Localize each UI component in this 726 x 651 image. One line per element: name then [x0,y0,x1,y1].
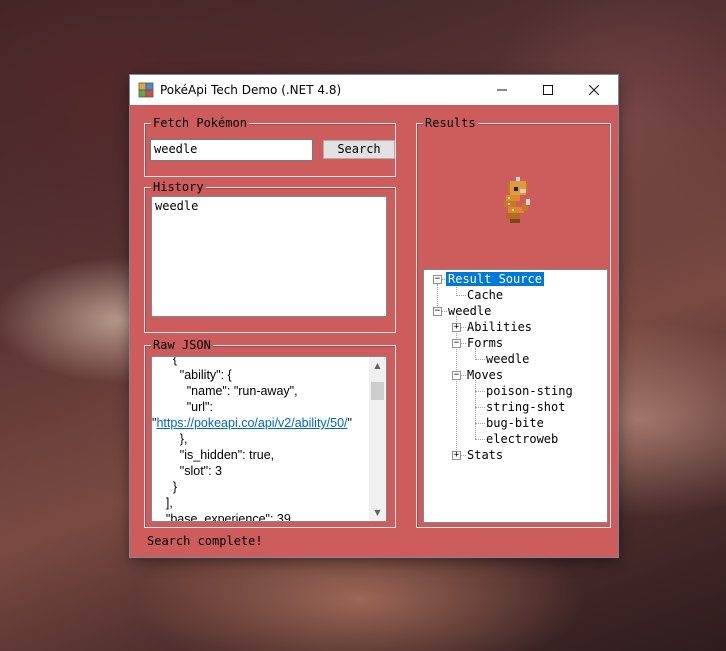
tree-node-result-source[interactable]: Result Source [446,271,544,287]
minimize-icon [497,89,507,91]
history-item[interactable]: weedle [155,199,383,214]
tree-node-move[interactable]: string-shot [484,399,567,415]
history-list[interactable]: weedle [151,196,387,317]
tree-line [456,316,457,456]
scroll-down-arrow-icon[interactable]: ▼ [369,504,386,521]
tree-line [475,380,476,439]
collapse-icon[interactable]: − [433,307,442,316]
tree-node-root[interactable]: weedle [446,303,493,319]
raw-json-legend: Raw JSON [151,338,213,352]
app-icon [138,82,154,98]
minimize-button-main[interactable] [479,75,525,105]
tree-node-label: weedle [486,352,530,366]
pokemon-search-input[interactable]: weedle [150,139,313,161]
close-icon [589,85,599,95]
tree-node-form-item[interactable]: weedle [484,351,531,367]
tree-node-label: electroweb [486,432,559,446]
close-button[interactable] [571,75,617,105]
expand-icon[interactable]: + [452,451,461,460]
tree-node-moves[interactable]: Moves [465,367,505,383]
json-line: "is_hidden": true, [152,448,275,462]
json-line: } [152,480,178,494]
tree-node-label: string-shot [486,400,566,414]
json-scrollbar[interactable]: ▲ ▼ [369,357,386,521]
tree-node-label: Result Source [446,272,544,286]
json-line: "url": [152,400,213,414]
tree-node-label: bug-bite [486,416,544,430]
tree-node-label: weedle [448,304,492,318]
fetch-legend: Fetch Pokémon [151,116,249,130]
tree-node-cache[interactable]: Cache [465,287,505,303]
tree-node-move[interactable]: electroweb [484,431,560,447]
json-line: ], [152,496,173,510]
json-line: "ability": { [152,368,232,382]
tree-node-forms[interactable]: Forms [465,335,505,351]
tree-node-stats[interactable]: Stats [465,447,505,463]
json-content: { "ability": { "name": "run-away", "url"… [152,356,372,522]
collapse-icon[interactable]: − [452,339,461,348]
maximize-icon [543,85,553,95]
app-window: PokéApi Tech Demo (.NET 4.8) Fetch Pokém… [130,75,618,557]
json-line: { [152,356,178,366]
maximize-button[interactable] [525,75,571,105]
scroll-up-arrow-icon[interactable]: ▲ [369,357,386,374]
json-url-line: "https://pokeapi.co/api/v2/ability/50/" [152,416,352,430]
results-tree[interactable]: − − + − − + Result Source Cache weedle A… [423,269,608,523]
tree-node-move[interactable]: bug-bite [484,415,546,431]
scroll-thumb[interactable] [371,382,384,400]
collapse-icon[interactable]: − [452,371,461,380]
tree-node-label: Moves [467,368,504,382]
raw-json-textbox[interactable]: { "ability": { "name": "run-away", "url"… [151,356,387,522]
collapse-icon[interactable]: − [433,275,442,284]
tree-node-label: Stats [467,448,504,462]
window-title: PokéApi Tech Demo (.NET 4.8) [160,83,342,97]
json-line: "name": "run-away", [152,384,298,398]
weedle-sprite [504,177,530,223]
ability-url-link[interactable]: https://pokeapi.co/api/v2/ability/50/ [156,416,347,430]
tree-node-move[interactable]: poison-sting [484,383,575,399]
tree-node-label: poison-sting [486,384,573,398]
status-label: Search complete! [147,534,263,548]
search-button[interactable]: Search [323,140,395,159]
json-line: "slot": 3 [152,464,223,478]
tree-node-label: Forms [467,336,504,350]
tree-node-abilities[interactable]: Abilities [465,319,534,335]
json-line: "base_experience": 39, [152,512,295,522]
json-line: }, [152,432,188,446]
tree-node-label: Abilities [467,320,533,334]
history-legend: History [151,180,206,194]
expand-icon[interactable]: + [452,323,461,332]
results-legend: Results [423,116,478,130]
tree-node-label: Cache [467,288,504,302]
